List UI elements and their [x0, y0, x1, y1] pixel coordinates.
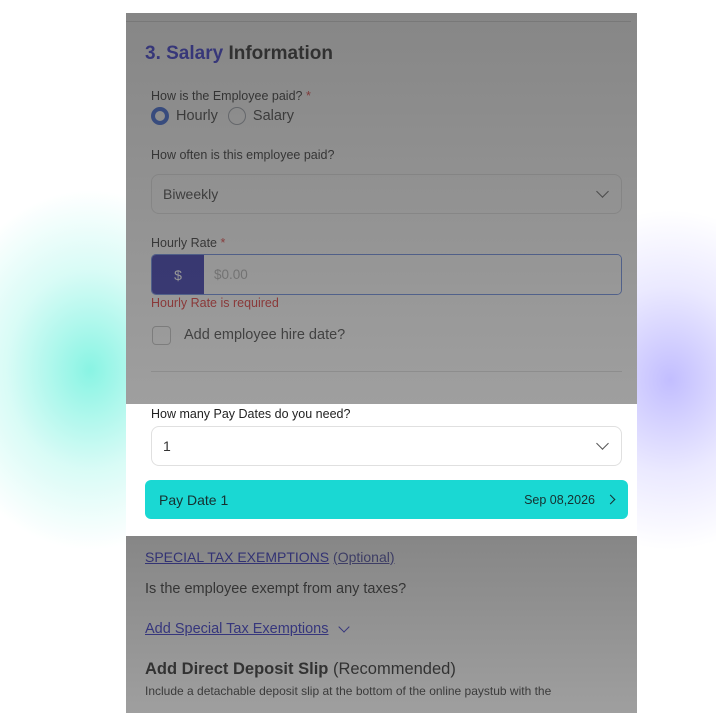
pay-frequency-value: Biweekly: [163, 186, 219, 202]
chevron-right-icon: [605, 494, 616, 505]
radio-hourly[interactable]: [151, 107, 169, 125]
pay-date-1-label: Pay Date 1: [159, 491, 229, 508]
pay-dates-count-value: 1: [163, 438, 171, 454]
section-title: 3. Salary Information: [145, 43, 333, 65]
section-number: 3. Salary: [145, 43, 224, 64]
required-mark: *: [220, 236, 226, 250]
chevron-down-icon: [337, 620, 350, 633]
hourly-rate-input[interactable]: [204, 255, 621, 294]
direct-deposit-heading: Add Direct Deposit Slip (Recommended): [145, 660, 456, 679]
pay-frequency-select[interactable]: Biweekly: [151, 174, 622, 214]
hire-date-label[interactable]: Add employee hire date?: [184, 327, 345, 343]
direct-deposit-title: Add Direct Deposit Slip: [145, 660, 329, 678]
hourly-rate-label: Hourly Rate *: [151, 236, 225, 250]
pay-date-1-value-group: Sep 08,2026: [524, 492, 616, 507]
add-tax-exemptions-link[interactable]: Add Special Tax Exemptions: [145, 620, 350, 637]
radio-salary[interactable]: [227, 107, 246, 125]
required-mark: *: [305, 89, 311, 103]
tax-exemptions-question: Is the employee exempt from any taxes?: [145, 581, 407, 597]
radio-salary-label[interactable]: Salary: [253, 108, 294, 124]
tax-exemptions-heading[interactable]: SPECIAL TAX EXEMPTIONS (Optional): [145, 549, 395, 565]
pay-type-label-text: How is the Employee paid?: [151, 89, 303, 103]
tax-exemptions-optional: (Optional): [333, 549, 395, 565]
payroll-form-card: 3. Salary Information How is the Employe…: [126, 13, 637, 713]
hire-date-checkbox[interactable]: [152, 326, 171, 345]
hourly-rate-field: $: [151, 254, 622, 295]
pay-frequency-label: How often is this employee paid?: [151, 148, 335, 162]
pay-type-label: How is the Employee paid? *: [151, 89, 311, 103]
chevron-down-icon: [596, 437, 609, 450]
currency-prefix: $: [152, 255, 204, 294]
divider: [126, 21, 631, 22]
pay-date-1-date: Sep 08,2026: [524, 492, 595, 507]
chevron-down-icon: [596, 185, 609, 198]
add-tax-exemptions-text[interactable]: Add Special Tax Exemptions: [145, 621, 329, 637]
divider: [151, 371, 622, 372]
hourly-rate-error: Hourly Rate is required: [151, 296, 279, 310]
pay-type-radio-group: Hourly Salary: [151, 107, 304, 125]
page: 3. Salary Information How is the Employe…: [0, 0, 716, 720]
radio-hourly-label[interactable]: Hourly: [176, 108, 218, 124]
pay-date-1-row[interactable]: Pay Date 1 Sep 08,2026: [145, 480, 628, 519]
direct-deposit-tag: (Recommended): [332, 660, 456, 678]
tax-exemptions-title[interactable]: SPECIAL TAX EXEMPTIONS: [145, 549, 329, 565]
pay-dates-count-label: How many Pay Dates do you need?: [151, 407, 351, 421]
section-title-text: Information: [228, 43, 333, 64]
pay-dates-count-select[interactable]: 1: [151, 426, 622, 466]
direct-deposit-description: Include a detachable deposit slip at the…: [145, 684, 552, 698]
hourly-rate-label-text: Hourly Rate: [151, 236, 217, 250]
